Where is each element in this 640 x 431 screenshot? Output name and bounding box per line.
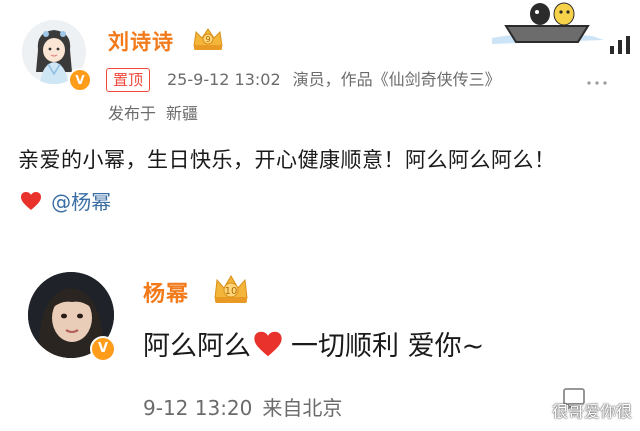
weibo-screenshot: V 刘诗诗 9 置顶 25-9-12 13:02 演员，作品《仙剑奇侠传三》 发布… [0,0,640,431]
boat-sticker-icon [492,2,604,44]
post-timestamp: 25-9-12 13:02 [167,70,281,89]
pinned-badge: 置顶 [106,68,151,92]
reply-timestamp: 9-12 13:20 [143,396,253,420]
sticker-bars-icon [610,36,630,54]
reply-text-part2: 一切顺利 爱你~ [291,331,485,362]
watermark-text: 很哥爱你很 [551,402,632,421]
more-dots-icon[interactable] [586,72,608,86]
reply-body: 阿么阿么 一切顺利 爱你~ [143,324,484,362]
crown-icon: 9 [193,28,223,50]
post-author-name[interactable]: 刘诗诗 [108,26,174,56]
reply-location: 来自北京 [262,396,343,420]
reply-comment: V 杨幂 10 阿么阿么 一切顺利 爱你~ 9-12 13:20 来自北京 [0,258,640,431]
verified-v-icon: V [68,68,92,92]
verified-v-icon: V [90,336,116,362]
heart-icon [21,191,41,210]
weibo-post: V 刘诗诗 9 置顶 25-9-12 13:02 演员，作品《仙剑奇侠传三》 发布… [0,0,640,240]
reply-meta: 9-12 13:20 来自北京 [143,392,342,421]
location-name: 新疆 [166,104,199,123]
mention-link[interactable]: @杨幂 [51,186,111,215]
author-bio: 演员，作品《仙剑奇侠传三》 [292,70,501,89]
crown-level: 10 [225,286,238,297]
post-body-text: 亲爱的小幂，生日快乐，开心健康顺意！阿么阿么阿么！ [18,148,556,172]
reply-text-part1: 阿么阿么 [143,331,251,362]
location-prefix: 发布于 [108,104,157,123]
post-location: 发布于 新疆 [108,100,198,124]
reply-author-name[interactable]: 杨幂 [143,276,189,308]
crown-level: 9 [205,35,210,44]
crown-icon: 10 [214,275,248,303]
post-meta: 25-9-12 13:02 演员，作品《仙剑奇侠传三》 [167,68,501,92]
heart-icon [254,331,282,356]
post-mention-line: @杨幂 [20,186,111,214]
